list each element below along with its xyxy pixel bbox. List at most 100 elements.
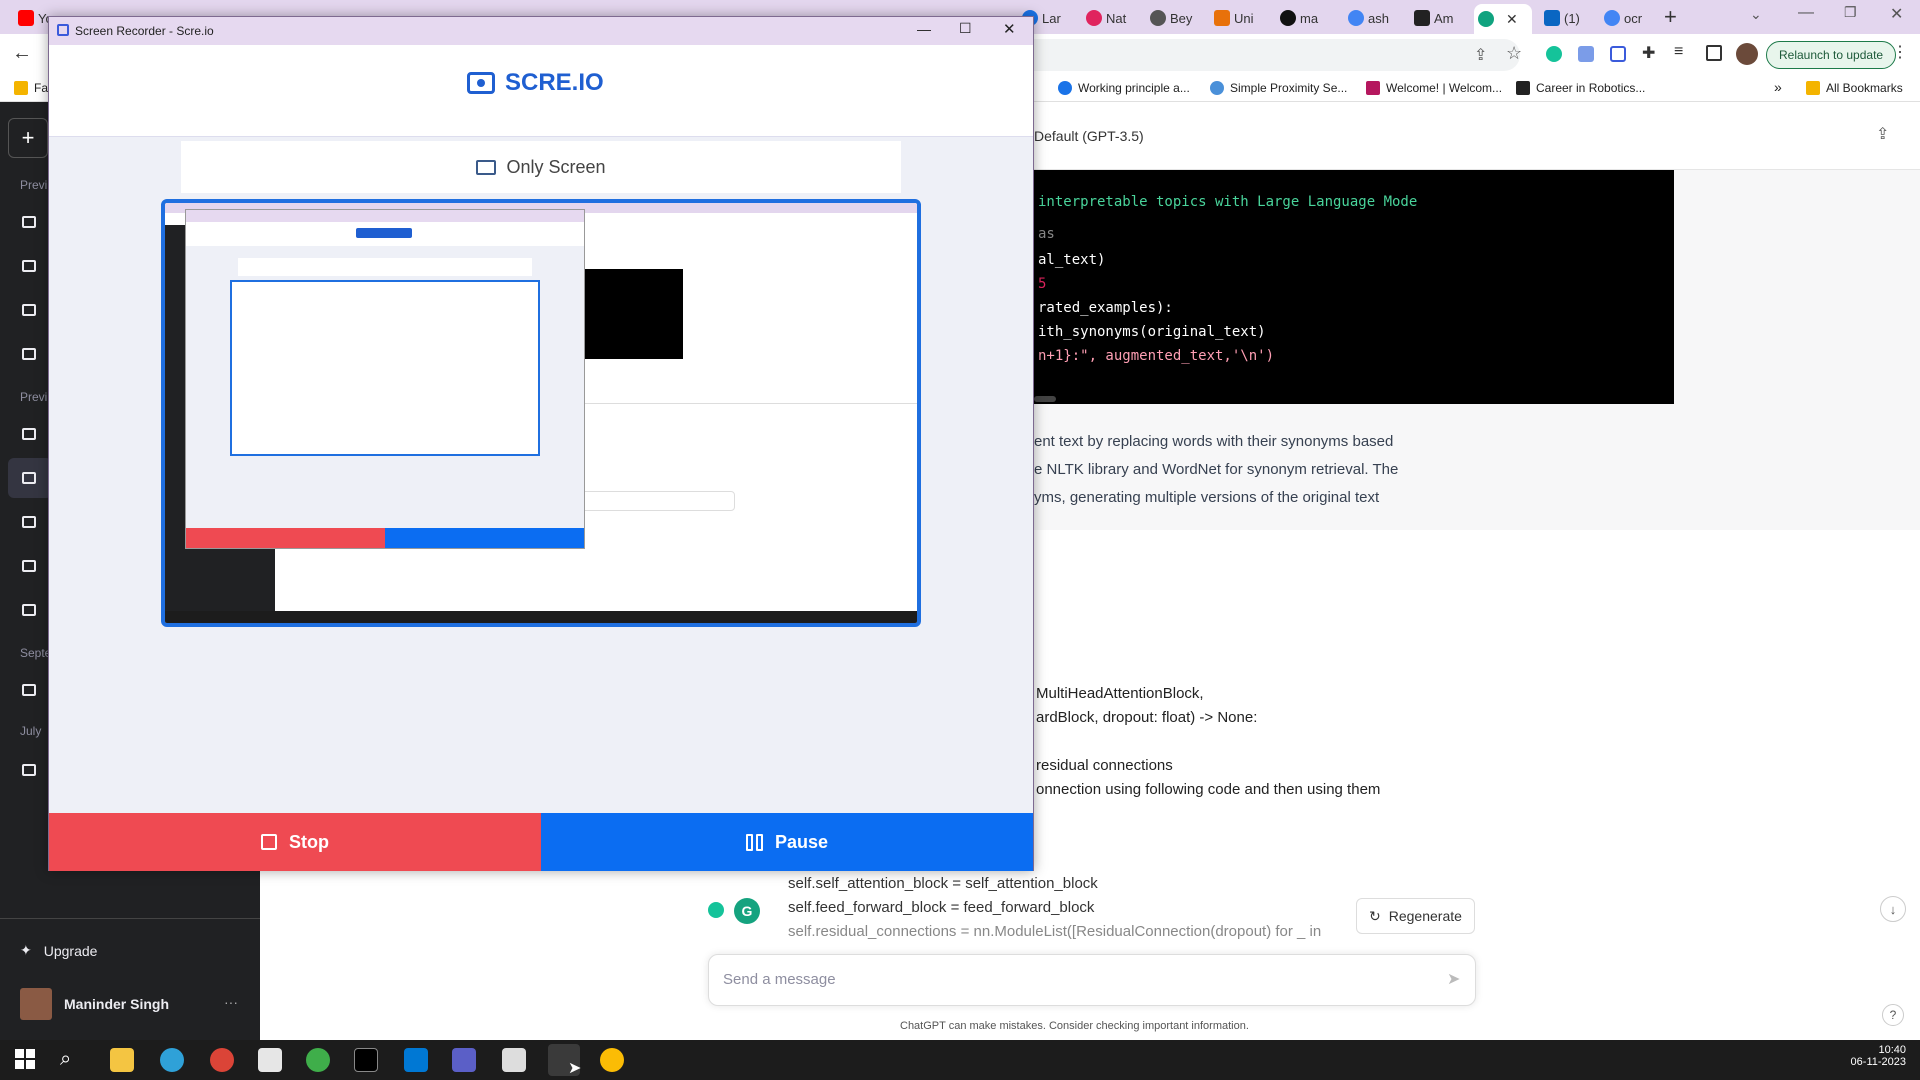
sidepanel-icon[interactable]	[1706, 45, 1722, 61]
app-icon[interactable]	[502, 1048, 526, 1072]
message-input[interactable]: Send a message ➤	[708, 954, 1476, 1006]
grammarly-extension-icon[interactable]	[1546, 46, 1562, 62]
back-icon[interactable]: ←	[12, 42, 32, 65]
gear-icon	[1150, 10, 1166, 26]
disclaimer: ChatGPT can make mistakes. Consider chec…	[900, 1020, 1249, 1032]
chrome-icon[interactable]	[210, 1048, 234, 1072]
file-explorer-icon[interactable]	[110, 1048, 134, 1072]
pause-icon	[745, 833, 763, 851]
menu-icon[interactable]: ⋮	[1892, 42, 1908, 62]
minimize-icon[interactable]: —	[917, 21, 931, 37]
restore-icon[interactable]: ❐	[1844, 4, 1857, 21]
regenerate-button[interactable]: ↻ Regenerate	[1356, 898, 1475, 934]
chat-bubble-icon[interactable]	[22, 764, 36, 776]
edge-icon[interactable]	[160, 1048, 184, 1072]
profile-avatar[interactable]	[1736, 43, 1758, 65]
teams-icon[interactable]	[452, 1048, 476, 1072]
clock[interactable]: 10:40 06-11-2023	[1846, 1044, 1906, 1068]
tab-ocr[interactable]: ocr	[1600, 5, 1646, 31]
chat-bubble-icon[interactable]	[22, 472, 36, 484]
search-icon[interactable]: ⌕	[60, 1048, 84, 1072]
tab-github[interactable]: ma	[1276, 5, 1322, 31]
vscode-icon[interactable]	[404, 1048, 428, 1072]
lightbulb-icon	[1210, 81, 1224, 95]
more-icon[interactable]: ···	[224, 994, 238, 1010]
chat-bubble-icon[interactable]	[22, 428, 36, 440]
puzzle-icon[interactable]: ✚	[1642, 43, 1655, 63]
bookmark-working-principle[interactable]: Working principle a...	[1058, 81, 1190, 95]
windows-start-icon[interactable]	[14, 1048, 38, 1072]
close-icon[interactable]: ✕	[1003, 20, 1016, 38]
chat-bubble-icon[interactable]	[22, 684, 36, 696]
chat-bubble-icon[interactable]	[22, 216, 36, 228]
linkedin-icon	[1544, 10, 1560, 26]
github-icon	[1280, 10, 1296, 26]
app-icon	[57, 24, 69, 36]
grammarly-g-icon[interactable]: G	[734, 898, 760, 924]
code-line: n+1}:", augmented_text,'\n')	[1038, 348, 1275, 364]
pause-button[interactable]: Pause	[541, 813, 1033, 871]
all-bookmarks[interactable]: All Bookmarks	[1806, 81, 1903, 95]
share-icon[interactable]: ⇪	[1474, 45, 1487, 65]
share-icon[interactable]: ⇪	[1876, 124, 1889, 144]
chat-bubble-icon[interactable]	[22, 604, 36, 616]
tab-linkedin[interactable]: (1)	[1540, 5, 1584, 31]
chat-bubble-icon[interactable]	[22, 304, 36, 316]
chat-bubble-icon[interactable]	[22, 260, 36, 272]
close-icon[interactable]: ✕	[1890, 4, 1903, 24]
minimize-icon[interactable]: —	[1798, 4, 1814, 22]
tab-chatgpt[interactable]: ✕	[1474, 4, 1532, 34]
tab-amazon[interactable]: Am	[1410, 5, 1458, 31]
tab-google[interactable]: ash	[1344, 5, 1393, 31]
chat-bubble-icon[interactable]	[22, 560, 36, 572]
edx-icon	[1366, 81, 1380, 95]
folder-icon	[1806, 81, 1820, 95]
tab-uni[interactable]: Uni	[1210, 5, 1258, 31]
tab-search-icon[interactable]: ⌄	[1750, 6, 1762, 23]
tab-bey[interactable]: Bey	[1146, 5, 1196, 31]
bookmark-proximity[interactable]: Simple Proximity Se...	[1210, 81, 1347, 95]
help-button[interactable]: ?	[1882, 1004, 1904, 1026]
nat-icon	[1086, 10, 1102, 26]
scroll-down-icon[interactable]: ↓	[1880, 896, 1906, 922]
media-icon[interactable]: ≡	[1674, 43, 1683, 61]
avatar	[20, 988, 52, 1020]
user-name[interactable]: Maninder Singh	[64, 996, 169, 1012]
windows-taskbar: ⌕ 10:40 06-11-2023	[0, 1040, 1920, 1080]
tab-nat[interactable]: Nat	[1082, 5, 1130, 31]
bookmark-robotics[interactable]: Career in Robotics...	[1516, 81, 1645, 95]
google-icon	[1604, 10, 1620, 26]
app-icon[interactable]	[258, 1048, 282, 1072]
bookmark-folder[interactable]: Fa	[14, 81, 48, 95]
stop-button[interactable]: Stop	[49, 813, 541, 871]
chatgpt-icon	[1478, 11, 1494, 27]
close-icon[interactable]: ✕	[1506, 11, 1518, 28]
mode-selector[interactable]: Only Screen	[181, 141, 901, 193]
relaunch-button[interactable]: Relaunch to update	[1766, 41, 1897, 69]
send-icon[interactable]: ➤	[1447, 969, 1460, 989]
stop-icon	[261, 834, 277, 850]
grammarly-icon[interactable]	[708, 902, 724, 918]
upgrade-button[interactable]: ✦ Upgrade	[20, 942, 97, 959]
terminal-icon[interactable]	[354, 1048, 378, 1072]
extension-icon[interactable]	[1578, 46, 1594, 62]
new-tab-icon[interactable]: +	[1664, 4, 1677, 30]
maximize-icon[interactable]: ☐	[959, 20, 972, 37]
user-message: MultiHeadAttentionBlock, ardBlock, dropo…	[1036, 685, 1381, 798]
more-bookmarks-icon[interactable]: »	[1774, 79, 1782, 95]
app-icon[interactable]	[306, 1048, 330, 1072]
monitor-icon	[476, 159, 497, 175]
star-icon[interactable]: ☆	[1506, 43, 1522, 64]
youtube-icon	[18, 10, 34, 26]
chat-bubble-icon[interactable]	[22, 516, 36, 528]
bookmark-edx[interactable]: Welcome! | Welcom...	[1366, 81, 1502, 95]
chrome-icon[interactable]	[600, 1048, 624, 1072]
code-line: interpretable topics with Large Language…	[1038, 194, 1418, 210]
section-label: Septe	[20, 646, 52, 660]
sparkle-icon: ✦	[20, 942, 32, 958]
code-scrollbar[interactable]	[1034, 396, 1056, 402]
screen-recorder-extension-icon[interactable]	[1610, 46, 1626, 62]
chat-bubble-icon[interactable]	[22, 348, 36, 360]
robotics-icon	[1516, 81, 1530, 95]
new-chat-button[interactable]: +	[8, 118, 48, 158]
